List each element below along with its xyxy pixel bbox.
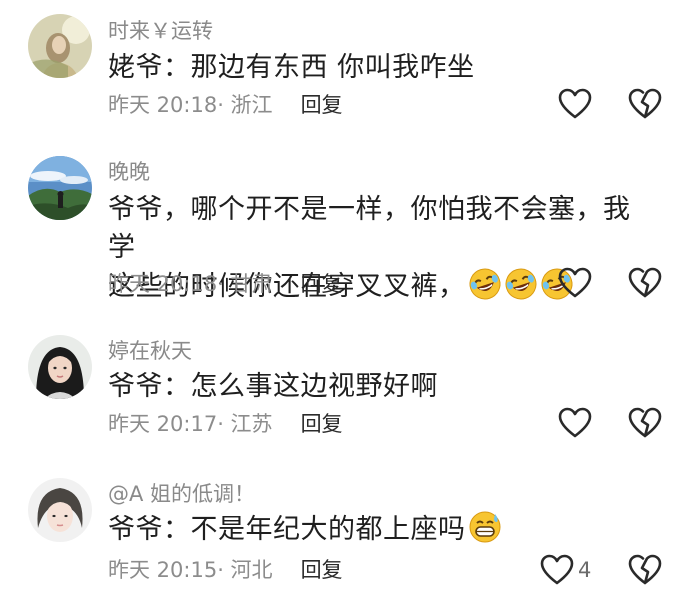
- broken-heart-icon[interactable]: [628, 407, 662, 439]
- reply-button[interactable]: 回复: [301, 558, 343, 582]
- broken-heart-icon[interactable]: [628, 267, 662, 299]
- heart-outline-icon[interactable]: [540, 554, 574, 586]
- comment-username[interactable]: 婷在秋天: [108, 338, 192, 364]
- avatar[interactable]: [28, 156, 92, 220]
- broken-heart-icon[interactable]: [628, 88, 662, 120]
- comment-meta: 昨天 20:18· 浙江 回复: [108, 92, 343, 118]
- comment-meta: 昨天 20:17· 江苏 回复: [108, 411, 343, 437]
- comment-location: · 浙江: [217, 93, 273, 117]
- avatar[interactable]: [28, 335, 92, 399]
- reply-button[interactable]: 回复: [301, 272, 343, 296]
- comment-location: · 河北: [217, 558, 273, 582]
- comment-username[interactable]: @A 姐的低调！: [108, 481, 255, 507]
- comment-username[interactable]: 晚晚: [108, 159, 150, 185]
- rofl-emoji-icon: [504, 267, 538, 301]
- comment-location: · 江苏: [217, 412, 273, 436]
- like-count: 4: [578, 558, 592, 582]
- comment-text: 姥爷：那边有东西 你叫我咋坐: [108, 52, 475, 83]
- reply-button[interactable]: 回复: [301, 93, 343, 117]
- rofl-emoji-icon: [468, 267, 502, 301]
- broken-heart-icon[interactable]: [628, 554, 662, 586]
- grin-sweat-emoji-icon: [468, 510, 502, 544]
- comment-text-segment: 爷爷：不是年纪大的都上座吗: [108, 514, 466, 545]
- comment-time: 昨天 20:18: [108, 93, 218, 117]
- comment-location: · 甘肃: [217, 272, 273, 296]
- heart-outline-icon[interactable]: [558, 88, 592, 120]
- comment-username[interactable]: 时来￥运转: [108, 18, 213, 44]
- comment-meta: 昨天 20:18· 甘肃 回复: [108, 271, 343, 297]
- avatar[interactable]: [28, 478, 92, 542]
- heart-outline-icon[interactable]: [558, 407, 592, 439]
- comment-item: @A 姐的低调！ 爷爷：不是年纪大的都上座吗 昨天 20:15· 河北 回复 4: [0, 470, 690, 594]
- comment-text-line: 爷爷，哪个开不是一样，你怕我不会塞，我学: [108, 194, 631, 263]
- comment-text: 爷爷：怎么事这边视野好啊: [108, 371, 438, 402]
- comment-item: 婷在秋天 爷爷：怎么事这边视野好啊 昨天 20:17· 江苏 回复: [0, 320, 690, 470]
- reply-button[interactable]: 回复: [301, 412, 343, 436]
- avatar[interactable]: [28, 14, 92, 78]
- comment-text: 爷爷：不是年纪大的都上座吗: [108, 510, 653, 549]
- heart-outline-icon[interactable]: [558, 267, 592, 299]
- comment-meta: 昨天 20:15· 河北 回复: [108, 557, 343, 583]
- comment-time: 昨天 20:17: [108, 412, 218, 436]
- comment-item: 晚晚 爷爷，哪个开不是一样，你怕我不会塞，我学 这些的时候你还在穿叉叉裤， 昨天…: [0, 140, 690, 320]
- comment-item: 时来￥运转 姥爷：那边有东西 你叫我咋坐 昨天 20:18· 浙江 回复: [0, 0, 690, 140]
- comment-time: 昨天 20:15: [108, 558, 218, 582]
- comment-time: 昨天 20:18: [108, 272, 218, 296]
